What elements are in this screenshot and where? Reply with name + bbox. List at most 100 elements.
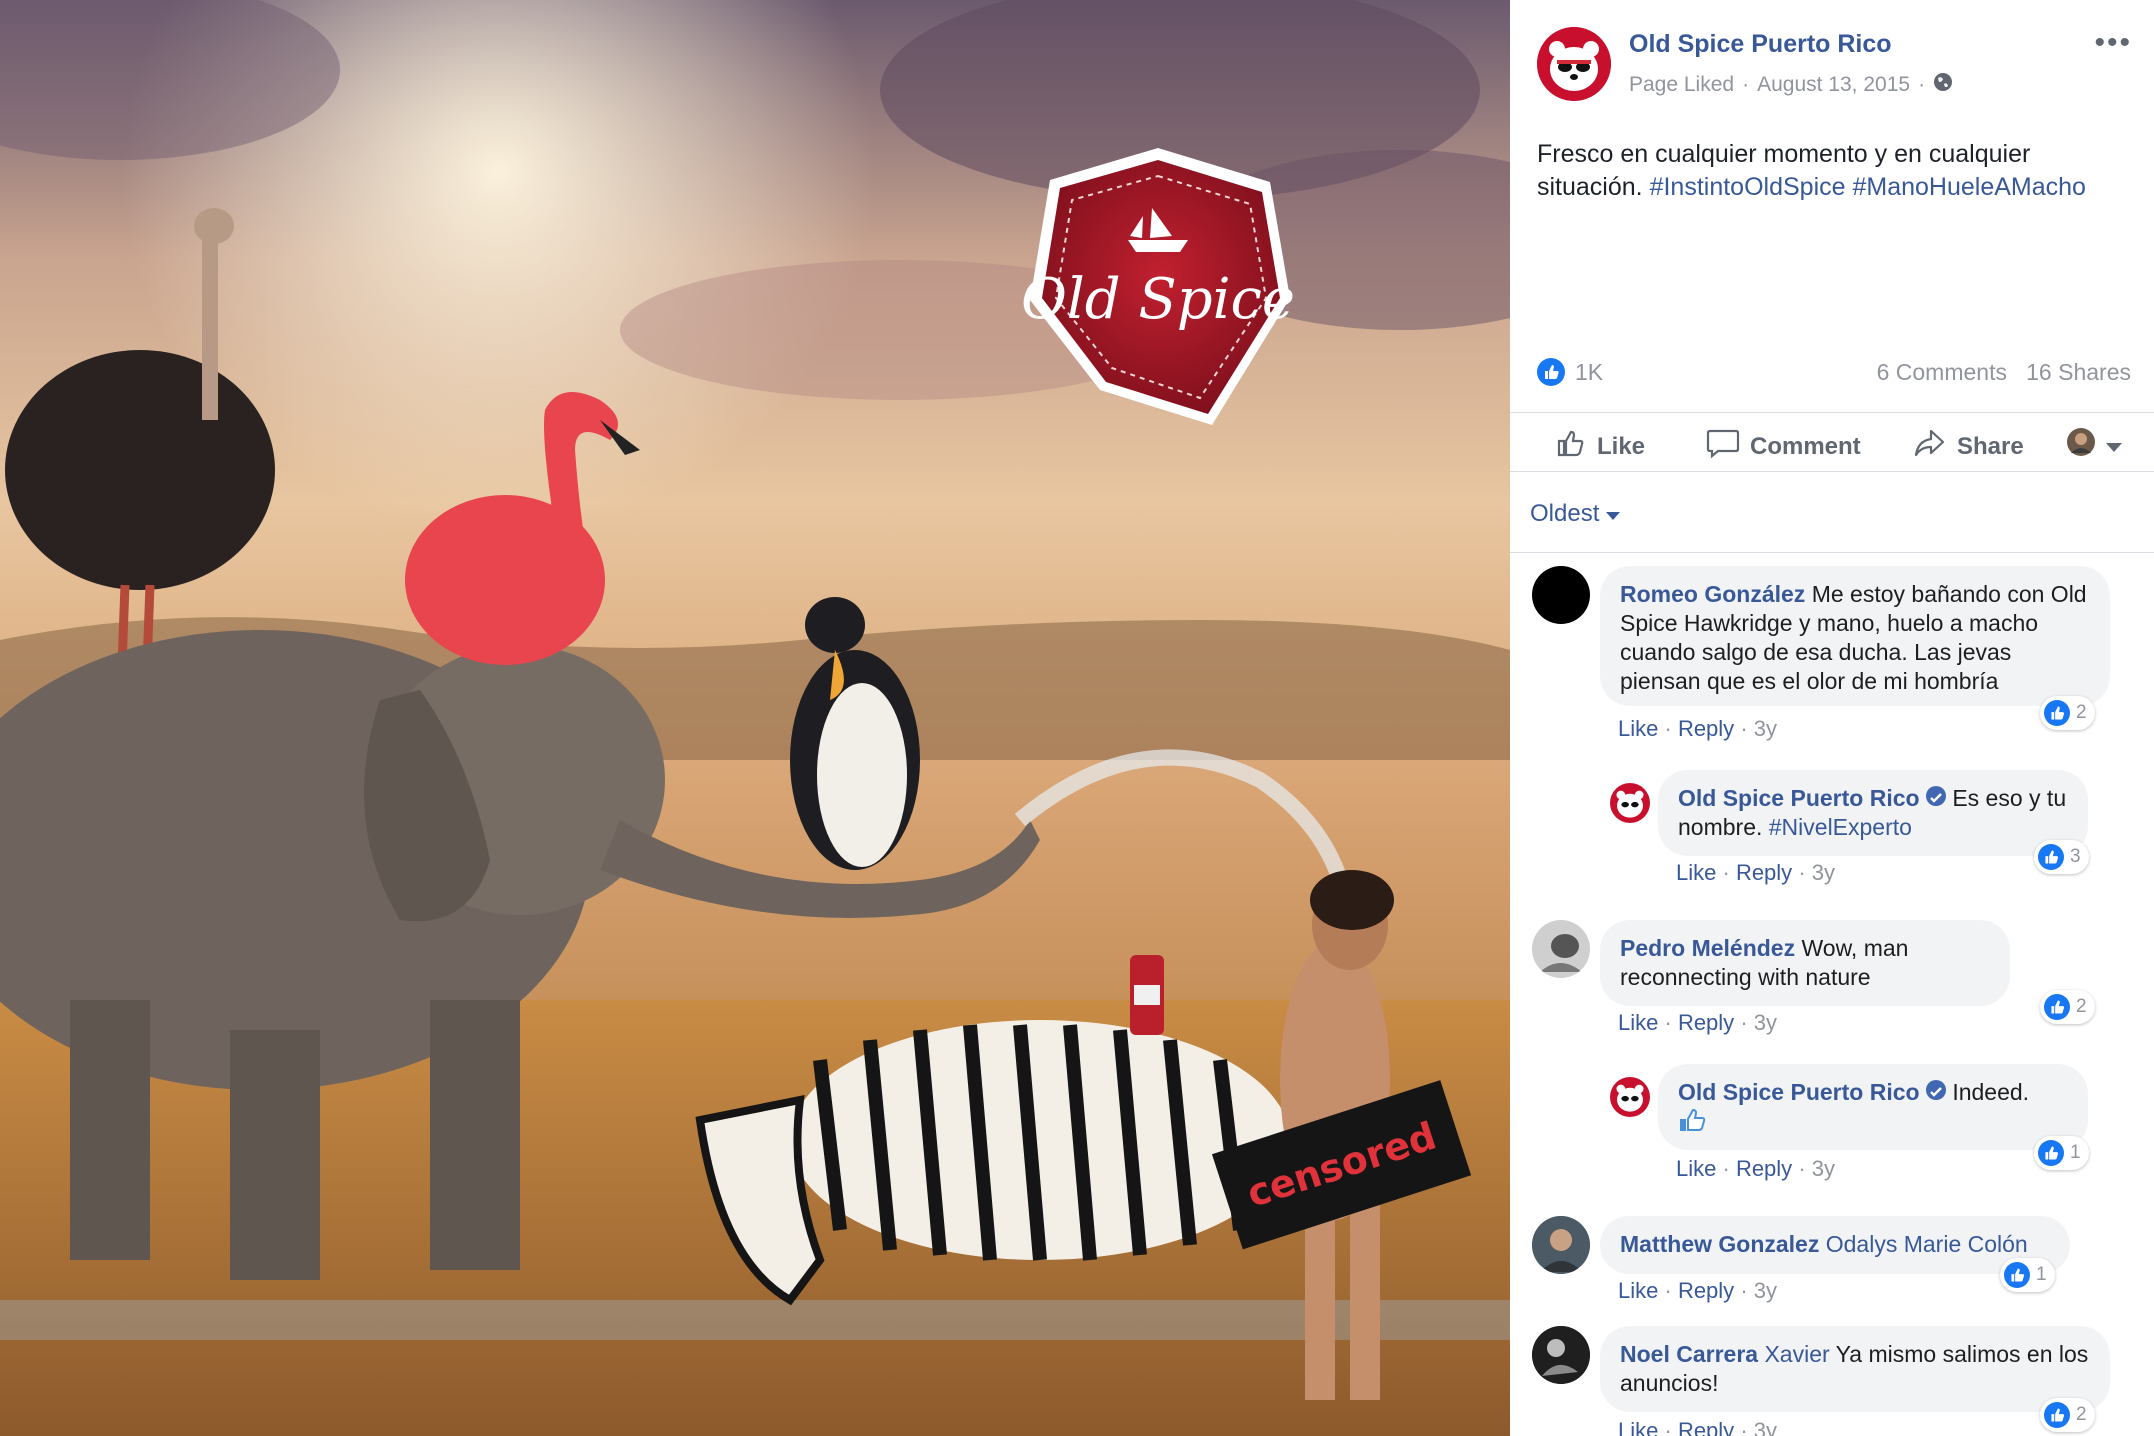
comment-like-link[interactable]: Like: [1676, 1156, 1716, 1181]
mention-link[interactable]: Odalys Marie Colón: [1826, 1231, 2028, 1257]
comment-author-link[interactable]: Pedro Meléndez: [1620, 935, 1795, 961]
reaction-profile-selector[interactable]: [2066, 427, 2122, 464]
comment-button-label: Comment: [1750, 432, 1861, 460]
comment-age[interactable]: 3y: [1754, 1278, 1777, 1303]
comment-reactions-pill[interactable]: 1: [2034, 1136, 2089, 1170]
comment-author-link[interactable]: Noel Carrera: [1620, 1341, 1758, 1367]
share-button-label: Share: [1957, 432, 2024, 460]
comment-button[interactable]: Comment: [1706, 427, 1861, 466]
comment-text: Indeed.: [1952, 1079, 2030, 1105]
comment-age[interactable]: 3y: [1754, 1010, 1777, 1035]
more-options-button[interactable]: •••: [2094, 26, 2132, 60]
like-reaction-icon: [2038, 844, 2064, 870]
share-arrow-icon: [1913, 427, 1947, 466]
post-photo[interactable]: censored Old Spice: [0, 0, 1510, 1436]
comment-like-link[interactable]: Like: [1618, 1010, 1658, 1035]
like-reaction-icon[interactable]: [1537, 357, 1565, 386]
comment-reply-link[interactable]: Reply: [1736, 1156, 1792, 1181]
comment-bubble: Pedro Meléndez Wow, man reconnecting wit…: [1600, 920, 2010, 1006]
comment-like-link[interactable]: Like: [1618, 1278, 1658, 1303]
page-name-link[interactable]: Old Spice Puerto Rico: [1629, 30, 1892, 59]
comment-bubble-icon: [1706, 427, 1740, 466]
mention-link[interactable]: Xavier: [1764, 1341, 1829, 1367]
reactions-summary: 1K 6 Comments 16 Shares: [1537, 357, 2131, 387]
comment-actions: Like · Reply · 3y: [1618, 716, 1778, 741]
comment-actions: Like · Reply · 3y: [1618, 1010, 1778, 1035]
comment-author-link[interactable]: Old Spice Puerto Rico: [1678, 785, 1920, 811]
user-avatar-icon: [2066, 427, 2096, 464]
page-avatar[interactable]: [1537, 27, 1611, 101]
comment-reply-link[interactable]: Reply: [1678, 1418, 1734, 1436]
reaction-count: 3: [2070, 846, 2081, 867]
comment-actions: Like · Reply · 3y: [1618, 1418, 1777, 1436]
post-date-link[interactable]: August 13, 2015: [1757, 73, 1910, 97]
comment-reply-link[interactable]: Reply: [1678, 1010, 1734, 1035]
comment-reactions-pill[interactable]: 1: [2000, 1258, 2055, 1292]
shares-count-link[interactable]: 16 Shares: [2026, 359, 2131, 385]
page-avatar[interactable]: [1610, 1077, 1650, 1117]
globe-icon[interactable]: [1933, 72, 1953, 98]
like-reaction-icon: [2044, 994, 2070, 1020]
like-reaction-icon: [2038, 1140, 2064, 1166]
hashtag-link[interactable]: #InstintoOldSpice: [1650, 173, 1846, 201]
comment-author-link[interactable]: Romeo González: [1620, 581, 1805, 607]
reaction-count: 1: [2036, 1264, 2047, 1285]
comment-age[interactable]: 3y: [1754, 716, 1777, 741]
share-button[interactable]: Share: [1913, 427, 2024, 466]
comment-reactions-pill[interactable]: 3: [2034, 840, 2089, 874]
avatar[interactable]: [1532, 1326, 1590, 1384]
comment-reactions-pill[interactable]: 2: [2040, 990, 2095, 1024]
reactions-count[interactable]: 1K: [1575, 359, 1603, 386]
post-text: Fresco en cualquier momento y en cualqui…: [1537, 138, 2127, 204]
avatar[interactable]: [1532, 920, 1590, 978]
reaction-count: 2: [2076, 1404, 2087, 1425]
page-avatar[interactable]: [1610, 783, 1650, 823]
reaction-count: 2: [2076, 702, 2087, 723]
like-reaction-icon: [2004, 1262, 2030, 1288]
comments-count-link[interactable]: 6 Comments: [1877, 359, 2007, 385]
like-reaction-icon: [2044, 700, 2070, 726]
page-liked-status: Page Liked: [1629, 73, 1735, 96]
comment-reactions-pill[interactable]: 2: [2040, 1398, 2095, 1432]
comment-like-link[interactable]: Like: [1676, 860, 1716, 885]
comment-like-link[interactable]: Like: [1618, 716, 1658, 741]
like-reaction-icon: [2044, 1402, 2070, 1428]
thumbs-up-icon: [1555, 427, 1587, 466]
comment-reply-link[interactable]: Reply: [1736, 860, 1792, 885]
comment-like-link[interactable]: Like: [1618, 1418, 1658, 1436]
post-meta: Page Liked · August 13, 2015 ·: [1629, 72, 1953, 98]
divider: [1510, 552, 2154, 553]
hashtag-link[interactable]: #NivelExperto: [1769, 814, 1912, 840]
comment-bubble: Old Spice Puerto Rico Indeed.: [1658, 1064, 2088, 1150]
thumbs-up-emoji-icon: [1678, 1108, 1708, 1138]
comment-actions: Like · Reply · 3y: [1676, 860, 1836, 885]
hashtag-link[interactable]: #ManoHueleAMacho: [1852, 173, 2085, 201]
comment-bubble: Noel Carrera Xavier Ya mismo salimos en …: [1600, 1326, 2110, 1412]
comment-actions: Like · Reply · 3y: [1676, 1156, 1836, 1181]
comment-age[interactable]: 3y: [1812, 860, 1835, 885]
meta-separator: ·: [1742, 73, 1750, 96]
comment-age[interactable]: 3y: [1754, 1418, 1777, 1436]
comment-reactions-pill[interactable]: 2: [2040, 696, 2095, 730]
comment-reply-link[interactable]: Reply: [1678, 716, 1734, 741]
like-button[interactable]: Like: [1555, 427, 1645, 466]
post-panel: Old Spice Puerto Rico Page Liked · Augus…: [1510, 0, 2154, 1436]
engagement-counts: 6 Comments 16 Shares: [1877, 359, 2131, 386]
savanna-scene: censored Old Spice: [0, 0, 1510, 1436]
comment-reply-link[interactable]: Reply: [1678, 1278, 1734, 1303]
chevron-down-icon: [1606, 500, 1621, 527]
comment-sort-dropdown[interactable]: Oldest: [1530, 500, 1621, 528]
chevron-down-icon: [2106, 432, 2122, 460]
like-button-label: Like: [1597, 432, 1646, 460]
comment-age[interactable]: 3y: [1812, 1156, 1835, 1181]
comment-bubble: Romeo González Me estoy bañando con Old …: [1600, 566, 2110, 706]
comment-author-link[interactable]: Old Spice Puerto Rico: [1678, 1079, 1920, 1105]
verified-badge-icon: [1925, 1080, 1946, 1100]
comment-bubble: Matthew Gonzalez Odalys Marie Colón: [1600, 1216, 2070, 1274]
avatar[interactable]: [1532, 566, 1590, 624]
comment-author-link[interactable]: Matthew Gonzalez: [1620, 1231, 1819, 1257]
avatar[interactable]: [1532, 1216, 1590, 1274]
sort-label: Oldest: [1530, 500, 1600, 527]
comment-actions: Like · Reply · 3y: [1618, 1278, 1778, 1303]
logo-text: Old Spice: [1021, 267, 1295, 332]
